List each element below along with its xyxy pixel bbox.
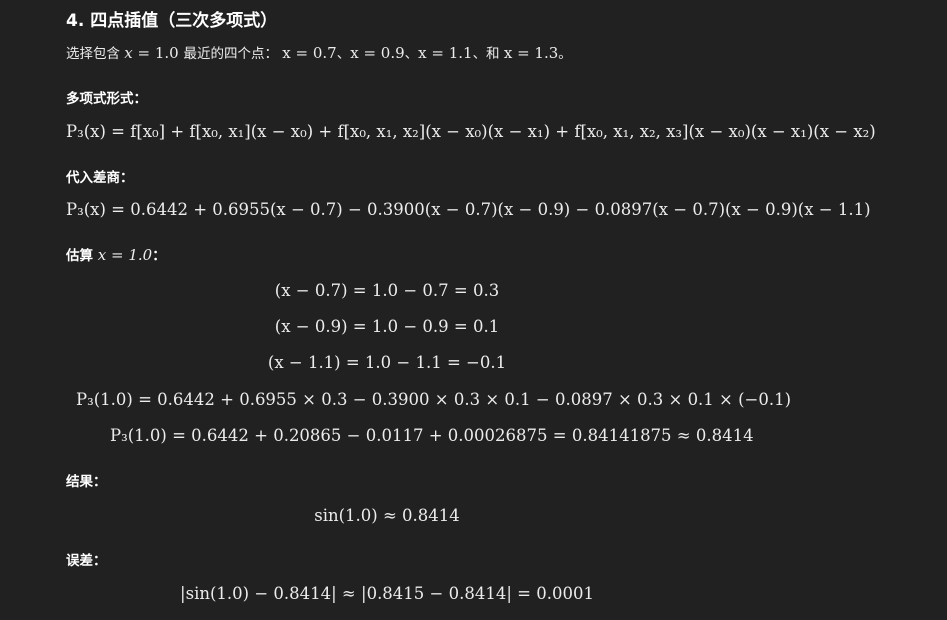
intro-sep-1: 、 (336, 46, 351, 62)
label-substitute: 代入差商： (66, 170, 134, 186)
intro-paragraph: 选择包含 x = 1.0 最近的四个点： x = 0.7、x = 0.9、x =… (66, 42, 572, 62)
intro-math-x: x = 1.0 (124, 44, 184, 62)
equation-diff-1: (x − 0.7) = 1.0 − 0.7 = 0.3 (274, 281, 500, 300)
label-estimate-expr: x = 1.0 (93, 246, 153, 264)
intro-point-1: x = 0.7 (282, 44, 337, 62)
intro-point-3: x = 1.1 (418, 44, 473, 62)
equation-evaluation-2: P₃(1.0) = 0.6442 + 0.20865 − 0.0117 + 0.… (110, 426, 754, 445)
equation-evaluation-1: P₃(1.0) = 0.6442 + 0.6955 × 0.3 − 0.3900… (76, 390, 792, 409)
label-estimate-suffix: ： (152, 248, 166, 264)
section-heading: 4. 四点插值（三次多项式） (66, 11, 278, 31)
equation-error: |sin(1.0) − 0.8414| ≈ |0.8415 − 0.8414| … (180, 584, 594, 603)
label-polynomial-form: 多项式形式： (66, 91, 147, 107)
label-error: 误差： (66, 553, 107, 569)
intro-sep-3: 、和 (472, 46, 504, 62)
intro-point-2: x = 0.9 (350, 44, 405, 62)
equation-substituted: P₃(x) = 0.6442 + 0.6955(x − 0.7) − 0.390… (66, 200, 871, 219)
intro-sep-2: 、 (404, 46, 419, 62)
intro-middle: 最近的四个点： (183, 46, 279, 62)
equation-polynomial-form: P₃(x) = f[x₀] + f[x₀, x₁](x − x₀) + f[x₀… (66, 122, 876, 141)
equation-diff-2: (x − 0.9) = 1.0 − 0.9 = 0.1 (274, 317, 500, 336)
intro-end: 。 (558, 46, 572, 62)
intro-point-4: x = 1.3 (503, 44, 559, 62)
equation-result: sin(1.0) ≈ 0.8414 (314, 506, 460, 525)
equation-diff-3: (x − 1.1) = 1.0 − 1.1 = −0.1 (267, 353, 507, 372)
intro-prefix: 选择包含 (66, 46, 120, 62)
chat-message-content: 4. 四点插值（三次多项式） 选择包含 x = 1.0 最近的四个点： x = … (0, 0, 947, 620)
label-result: 结果： (66, 474, 107, 490)
label-estimate-prefix: 估算 (66, 248, 93, 264)
label-estimate: 估算 x = 1.0： (66, 244, 166, 264)
